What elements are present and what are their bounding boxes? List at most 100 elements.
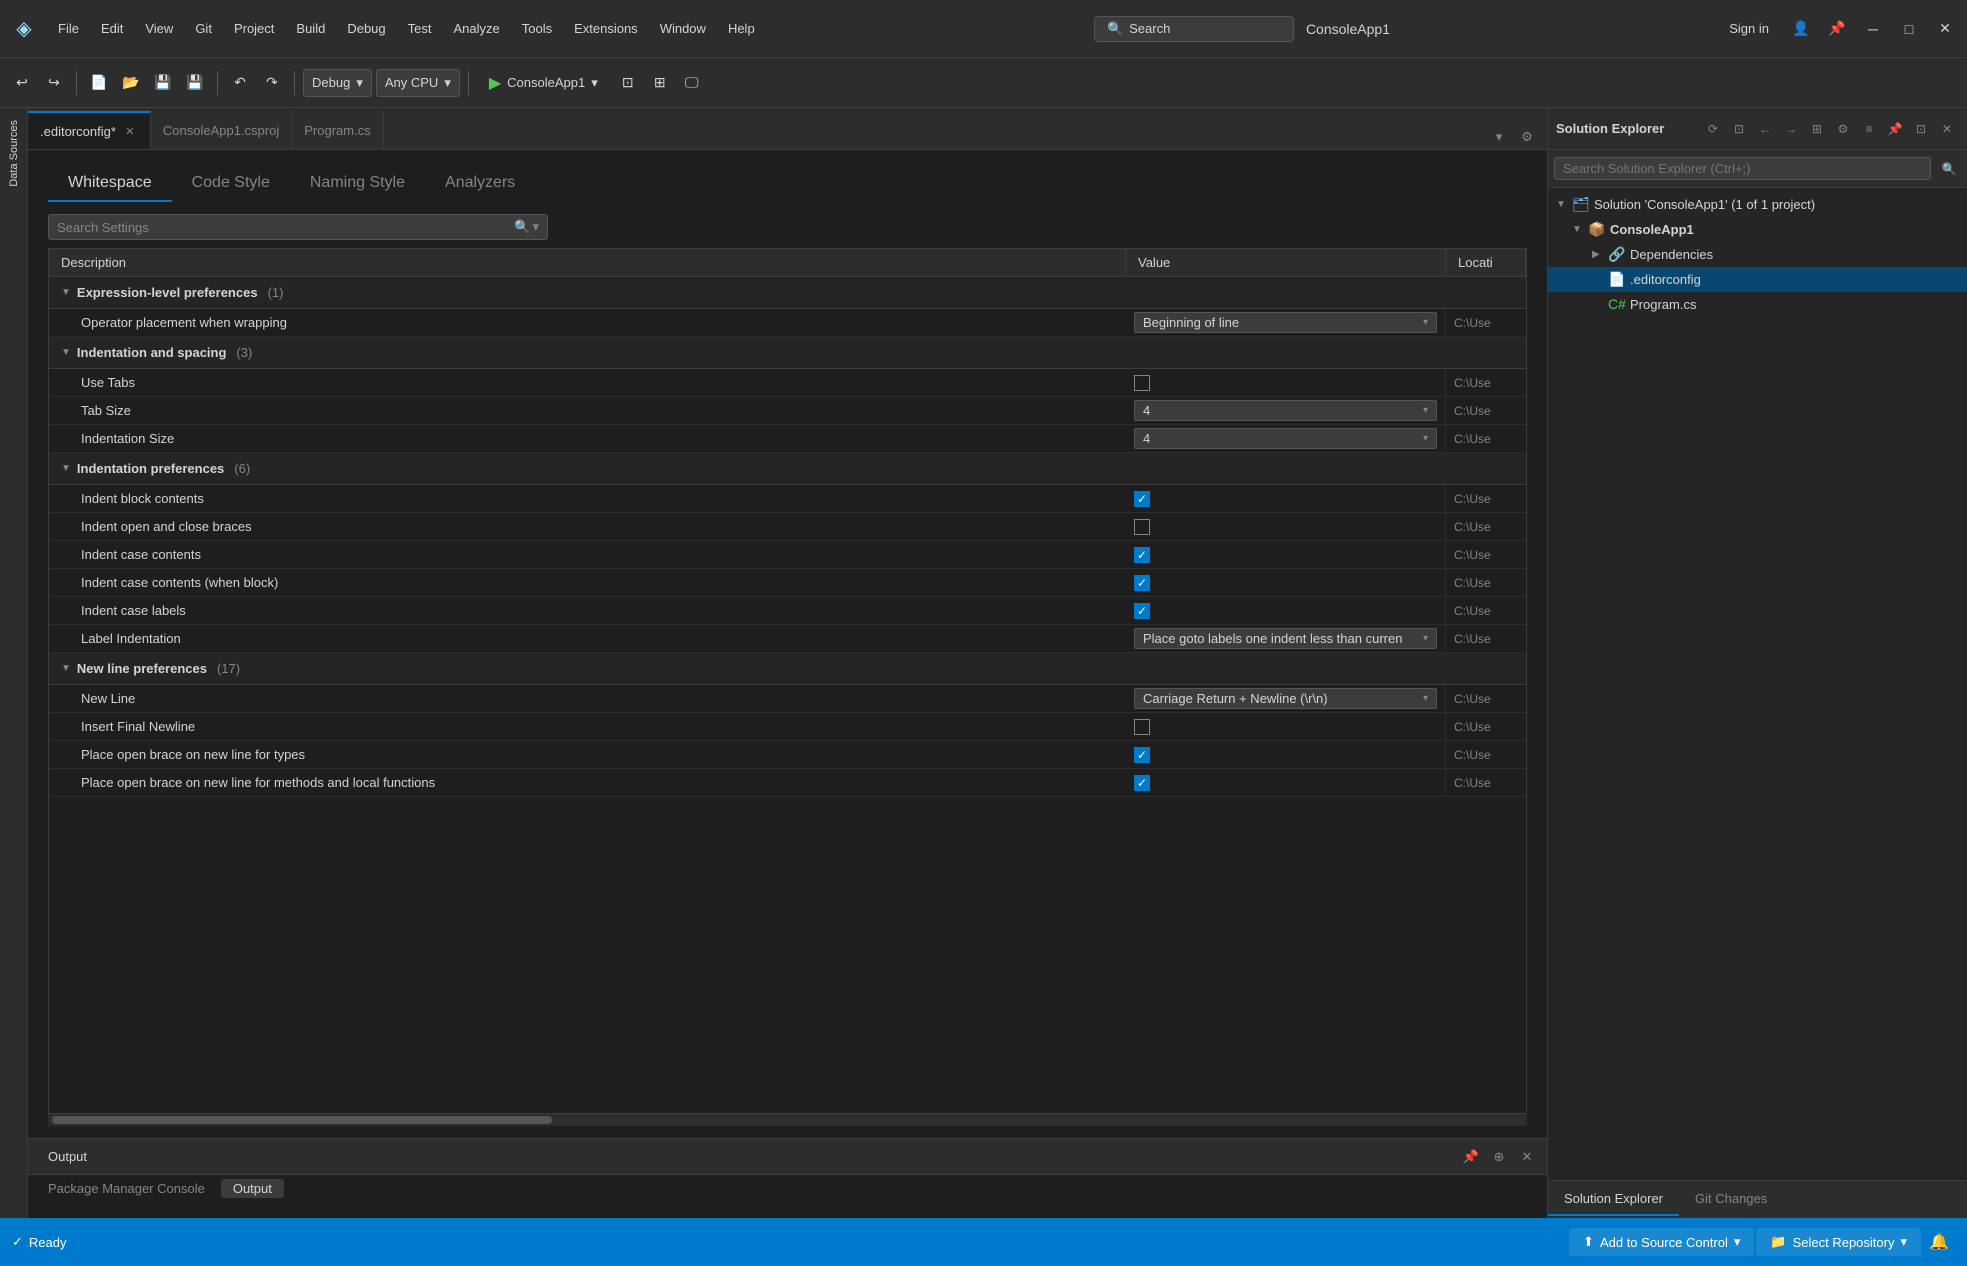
run-button[interactable]: ▶ ConsoleApp1 ▾ [477,70,610,96]
new-line-dropdown[interactable]: Carriage Return + Newline (\r\n) ▾ [1134,688,1437,709]
se-expand-btn[interactable]: ⊡ [1909,117,1933,141]
debug-config-dropdown[interactable]: Debug ▾ [303,69,372,97]
se-search-input[interactable] [1563,161,1922,176]
menu-tools[interactable]: Tools [512,17,562,40]
brace-types-checkbox[interactable]: ✓ [1134,747,1150,763]
maximize-button[interactable]: □ [1895,15,1923,43]
se-forward-btn[interactable]: → [1779,117,1803,141]
indent-braces-checkbox[interactable] [1134,519,1150,535]
tree-dependencies[interactable]: ▶ 🔗 Dependencies [1548,242,1967,267]
menu-build[interactable]: Build [286,17,335,40]
row-indent-labels-value: ✓ [1126,597,1446,624]
operator-placement-dropdown[interactable]: Beginning of line ▾ [1134,312,1437,333]
se-sync-btn[interactable]: ⟳ [1701,117,1725,141]
settings-tab-codestyle[interactable]: Code Style [172,166,290,202]
menu-help[interactable]: Help [718,17,765,40]
undo-btn[interactable]: ↶ [226,69,254,97]
menu-edit[interactable]: Edit [91,17,133,40]
menu-analyze[interactable]: Analyze [443,17,509,40]
output-tab-pkgmgr[interactable]: Package Manager Console [36,1179,217,1198]
output-pin-btn[interactable]: 📌 [1459,1145,1483,1169]
se-history-btn[interactable]: ⊡ [1727,117,1751,141]
open-folder-btn[interactable]: 📂 [117,69,145,97]
indent-case-checkbox[interactable]: ✓ [1134,547,1150,563]
toolbar-misc-1[interactable]: ⊡ [614,69,642,97]
section-indentpref-header[interactable]: ▼ Indentation preferences (6) [49,453,1526,485]
indent-block-checkbox[interactable]: ✓ [1134,491,1150,507]
settings-tab-namingstyle[interactable]: Naming Style [290,166,425,202]
section-expression-header[interactable]: ▼ Expression-level preferences (1) [49,277,1526,309]
menu-view[interactable]: View [135,17,183,40]
use-tabs-checkbox[interactable] [1134,375,1150,391]
output-panel: Output 📌 ⊕ ✕ Package Manager Console Out… [28,1138,1547,1218]
select-repository-btn[interactable]: 📁 Select Repository ▾ [1756,1228,1921,1256]
se-filter-btn[interactable]: ⊞ [1805,117,1829,141]
save-all-btn[interactable]: 💾 [181,69,209,97]
se-search-btn[interactable]: 🔍 [1937,157,1961,181]
tab-settings-icon[interactable]: ⚙ [1515,125,1539,149]
signin-button[interactable]: Sign in [1719,17,1779,40]
add-source-control-btn[interactable]: ⬆ Add to Source Control ▾ [1569,1228,1754,1256]
minimize-button[interactable]: ─ [1859,15,1887,43]
tree-editorconfig[interactable]: ▶ 📄 .editorconfig [1548,267,1967,292]
sidebar-datasources[interactable]: Data Sources [4,112,24,195]
menu-extensions[interactable]: Extensions [564,17,648,40]
section-indentation-header[interactable]: ▼ Indentation and spacing (3) [49,337,1526,369]
h-scrollbar-thumb[interactable] [52,1116,552,1124]
indent-labels-checkbox[interactable]: ✓ [1134,603,1150,619]
section-indentation-title: Indentation and spacing [77,345,227,360]
output-close-btn[interactable]: ✕ [1515,1145,1539,1169]
menu-git[interactable]: Git [185,17,222,40]
redo-btn[interactable]: ↷ [258,69,286,97]
se-tab-git-changes[interactable]: Git Changes [1679,1183,1783,1216]
tab-editorconfig-close[interactable]: ✕ [122,123,138,139]
settings-search-btn[interactable]: 🔍 ▾ [514,219,539,235]
tab-editorconfig[interactable]: .editorconfig* ✕ [28,111,151,149]
account-icon-btn[interactable]: 👤 [1787,15,1815,43]
notification-btn[interactable]: 🔔 [1923,1226,1955,1258]
horizontal-scrollbar[interactable] [48,1114,1527,1126]
close-button[interactable]: ✕ [1931,15,1959,43]
se-tab-solution-explorer[interactable]: Solution Explorer [1548,1183,1679,1216]
new-file-btn[interactable]: 📄 [85,69,113,97]
se-pin-btn[interactable]: 📌 [1883,117,1907,141]
indent-case-block-checkbox[interactable]: ✓ [1134,575,1150,591]
tab-dropdown-icon[interactable]: ▾ [1487,125,1511,149]
section-newline-header[interactable]: ▼ New line preferences (17) [49,653,1526,685]
se-more-btn[interactable]: ≡ [1857,117,1881,141]
se-settings-btn[interactable]: ⚙ [1831,117,1855,141]
settings-tab-whitespace[interactable]: Whitespace [48,166,172,202]
menu-test[interactable]: Test [398,17,442,40]
output-tab-output[interactable]: Output [221,1179,284,1198]
row-use-tabs-desc: Use Tabs [49,369,1126,396]
tree-project[interactable]: ▼ 📦 ConsoleApp1 [1548,217,1967,242]
row-indent-case-block-value: ✓ [1126,569,1446,596]
row-new-line-desc: New Line [49,685,1126,712]
forward-nav-btn[interactable]: ↪ [40,69,68,97]
platform-dropdown[interactable]: Any CPU ▾ [376,69,460,97]
menu-window[interactable]: Window [650,17,716,40]
tree-programcs[interactable]: ▶ C# Program.cs [1548,292,1967,316]
menu-project[interactable]: Project [224,17,284,40]
toolbar-misc-3[interactable]: 🖵 [678,69,706,97]
save-btn[interactable]: 💾 [149,69,177,97]
se-back-btn[interactable]: ← [1753,117,1777,141]
back-nav-btn[interactable]: ↩ [8,69,36,97]
label-indent-dropdown[interactable]: Place goto labels one indent less than c… [1134,628,1437,649]
menu-debug[interactable]: Debug [337,17,395,40]
brace-methods-checkbox[interactable]: ✓ [1134,775,1150,791]
indent-size-dropdown[interactable]: 4 ▾ [1134,428,1437,449]
tab-programcs[interactable]: Program.cs [292,111,383,149]
menu-file[interactable]: File [48,17,89,40]
tab-csproj[interactable]: ConsoleApp1.csproj [151,111,292,149]
final-newline-checkbox[interactable] [1134,719,1150,735]
output-pin2-btn[interactable]: ⊕ [1487,1145,1511,1169]
se-close-btn[interactable]: ✕ [1935,117,1959,141]
toolbar-misc-2[interactable]: ⊞ [646,69,674,97]
settings-tab-analyzers[interactable]: Analyzers [425,166,535,202]
global-search[interactable]: 🔍 Search [1094,16,1294,42]
tab-size-dropdown[interactable]: 4 ▾ [1134,400,1437,421]
pin-icon-btn[interactable]: 📌 [1823,15,1851,43]
settings-search-input[interactable] [57,220,514,235]
tree-solution[interactable]: ▼ 🗂 Solution 'ConsoleApp1' (1 of 1 proje… [1548,192,1967,217]
